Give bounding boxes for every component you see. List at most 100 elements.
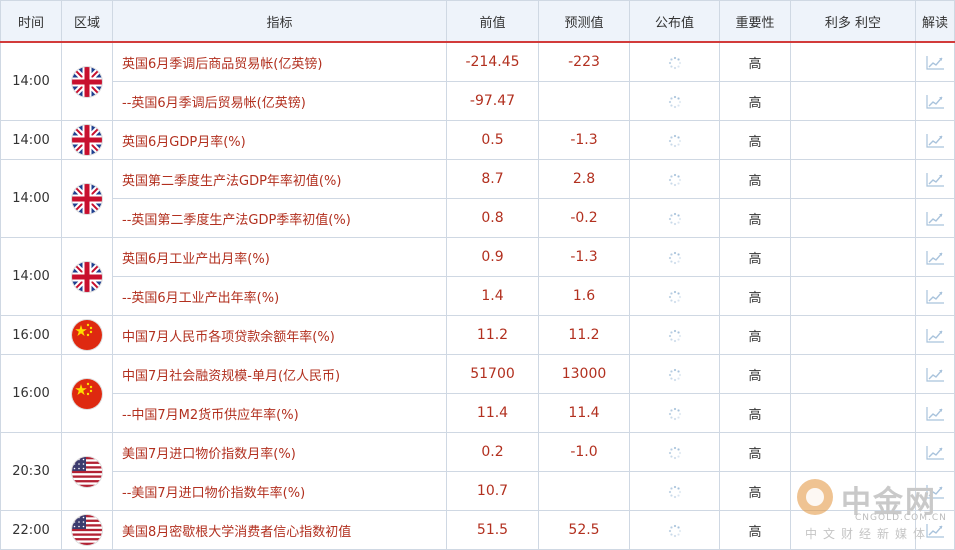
impact-cell	[790, 237, 916, 277]
interpret-cell[interactable]	[915, 159, 955, 199]
indicator-name[interactable]: 美国8月密歇根大学消费者信心指数初值	[112, 510, 447, 550]
interpret-cell[interactable]	[915, 41, 955, 82]
watermark-tagline: 中文财经新媒体	[805, 527, 932, 541]
impact-cell	[790, 276, 916, 316]
region-cell	[61, 41, 113, 121]
indicator-name[interactable]: --英国第二季度生产法GDP季率初值(%)	[112, 198, 447, 238]
indicator-name[interactable]: --中国7月M2货币供应年率(%)	[112, 393, 447, 433]
loading-spinner-icon	[668, 170, 682, 189]
loading-spinner-icon	[668, 131, 682, 150]
header-previous: 前值	[446, 0, 539, 43]
importance-value: 高	[719, 471, 791, 511]
impact-cell	[790, 315, 916, 355]
previous-value: 11.4	[446, 393, 539, 433]
table-row: 16:00 中国7月社会融资规模-单月(亿人民币) 51700 13000 高	[0, 354, 955, 433]
impact-cell	[790, 354, 916, 394]
chart-trend-icon[interactable]	[925, 248, 945, 267]
impact-cell	[790, 120, 916, 160]
event-time: 16:00	[0, 354, 62, 433]
interpret-cell[interactable]	[915, 315, 955, 355]
event-time: 16:00	[0, 315, 62, 355]
indicator-name[interactable]: 英国6月GDP月率(%)	[112, 120, 447, 160]
indicator-name[interactable]: 英国第二季度生产法GDP年率初值(%)	[112, 159, 447, 199]
actual-value-cell	[629, 237, 720, 277]
forecast-value: 2.8	[538, 159, 630, 199]
chart-trend-icon[interactable]	[925, 53, 945, 72]
interpret-cell[interactable]	[915, 120, 955, 160]
loading-spinner-icon	[668, 521, 682, 540]
chart-trend-icon[interactable]	[925, 404, 945, 423]
loading-spinner-icon	[668, 443, 682, 462]
region-cell	[61, 120, 113, 160]
indicator-name[interactable]: --美国7月进口物价指数年率(%)	[112, 471, 447, 511]
chart-trend-icon[interactable]	[925, 365, 945, 384]
interpret-cell[interactable]	[915, 237, 955, 277]
header-interpret: 解读	[915, 0, 955, 43]
table-row: 20:30 美国7月进口物价指数月率(%) 0.2 -1.0 高	[0, 432, 955, 511]
actual-value-cell	[629, 354, 720, 394]
event-time: 22:00	[0, 510, 62, 550]
loading-spinner-icon	[668, 365, 682, 384]
interpret-cell[interactable]	[915, 393, 955, 433]
chart-trend-icon[interactable]	[925, 92, 945, 111]
table-row: --英国6月季调后贸易帐(亿英镑) -97.47 高	[1, 81, 955, 121]
chart-trend-icon[interactable]	[925, 131, 945, 150]
importance-value: 高	[719, 120, 791, 160]
interpret-cell[interactable]	[915, 81, 955, 121]
calendar-page: 时间 区域 指标 前值 预测值 公布值 重要性 利多 利空 解读 14:00 英国…	[0, 0, 955, 550]
indicator-name[interactable]: 英国6月季调后商品贸易帐(亿英镑)	[112, 41, 447, 82]
importance-value: 高	[719, 159, 791, 199]
table-row: --英国6月工业产出年率(%) 1.4 1.6 高	[1, 276, 955, 316]
table-row: --中国7月M2货币供应年率(%) 11.4 11.4 高	[1, 393, 955, 433]
uk-flag-icon	[72, 66, 102, 97]
chart-trend-icon[interactable]	[925, 209, 945, 228]
chart-trend-icon[interactable]	[925, 287, 945, 306]
indicator-name[interactable]: --英国6月工业产出年率(%)	[112, 276, 447, 316]
event-time: 20:30	[0, 432, 62, 511]
region-cell	[61, 159, 113, 238]
actual-value-cell	[629, 432, 720, 472]
us-flag-icon	[72, 515, 102, 545]
importance-value: 高	[719, 393, 791, 433]
chart-trend-icon[interactable]	[925, 326, 945, 345]
impact-cell	[790, 432, 916, 472]
indicator-name[interactable]: 中国7月人民币各项贷款余额年率(%)	[112, 315, 447, 355]
interpret-cell[interactable]	[915, 354, 955, 394]
loading-spinner-icon	[668, 326, 682, 345]
impact-cell	[790, 41, 916, 82]
impact-cell	[790, 159, 916, 199]
header-region: 区域	[61, 0, 113, 43]
indicator-name[interactable]: --英国6月季调后贸易帐(亿英镑)	[112, 81, 447, 121]
region-cell	[61, 354, 113, 433]
china-flag-icon	[72, 320, 102, 350]
importance-value: 高	[719, 237, 791, 277]
previous-value: 8.7	[446, 159, 539, 199]
interpret-cell[interactable]	[915, 432, 955, 472]
event-time: 14:00	[0, 41, 62, 121]
forecast-value: 11.2	[538, 315, 630, 355]
region-cell	[61, 237, 113, 316]
importance-value: 高	[719, 276, 791, 316]
uk-flag-icon	[72, 125, 102, 155]
importance-value: 高	[719, 354, 791, 394]
previous-value: 11.2	[446, 315, 539, 355]
previous-value: 0.2	[446, 432, 539, 472]
importance-value: 高	[719, 41, 791, 82]
uk-flag-icon	[72, 183, 102, 214]
indicator-name[interactable]: 中国7月社会融资规模-单月(亿人民币)	[112, 354, 447, 394]
event-time: 14:00	[0, 237, 62, 316]
actual-value-cell	[629, 159, 720, 199]
forecast-value: -223	[538, 41, 630, 82]
interpret-cell[interactable]	[915, 276, 955, 316]
interpret-cell[interactable]	[915, 198, 955, 238]
cngold-watermark: 中金网 CNGOLD.COM.CN 中文财经新媒体	[793, 475, 953, 545]
importance-value: 高	[719, 510, 791, 550]
chart-trend-icon[interactable]	[925, 443, 945, 462]
impact-cell	[790, 81, 916, 121]
indicator-name[interactable]: 美国7月进口物价指数月率(%)	[112, 432, 447, 472]
header-importance: 重要性	[719, 0, 791, 43]
indicator-name[interactable]: 英国6月工业产出月率(%)	[112, 237, 447, 277]
impact-cell	[790, 198, 916, 238]
chart-trend-icon[interactable]	[925, 170, 945, 189]
importance-value: 高	[719, 81, 791, 121]
